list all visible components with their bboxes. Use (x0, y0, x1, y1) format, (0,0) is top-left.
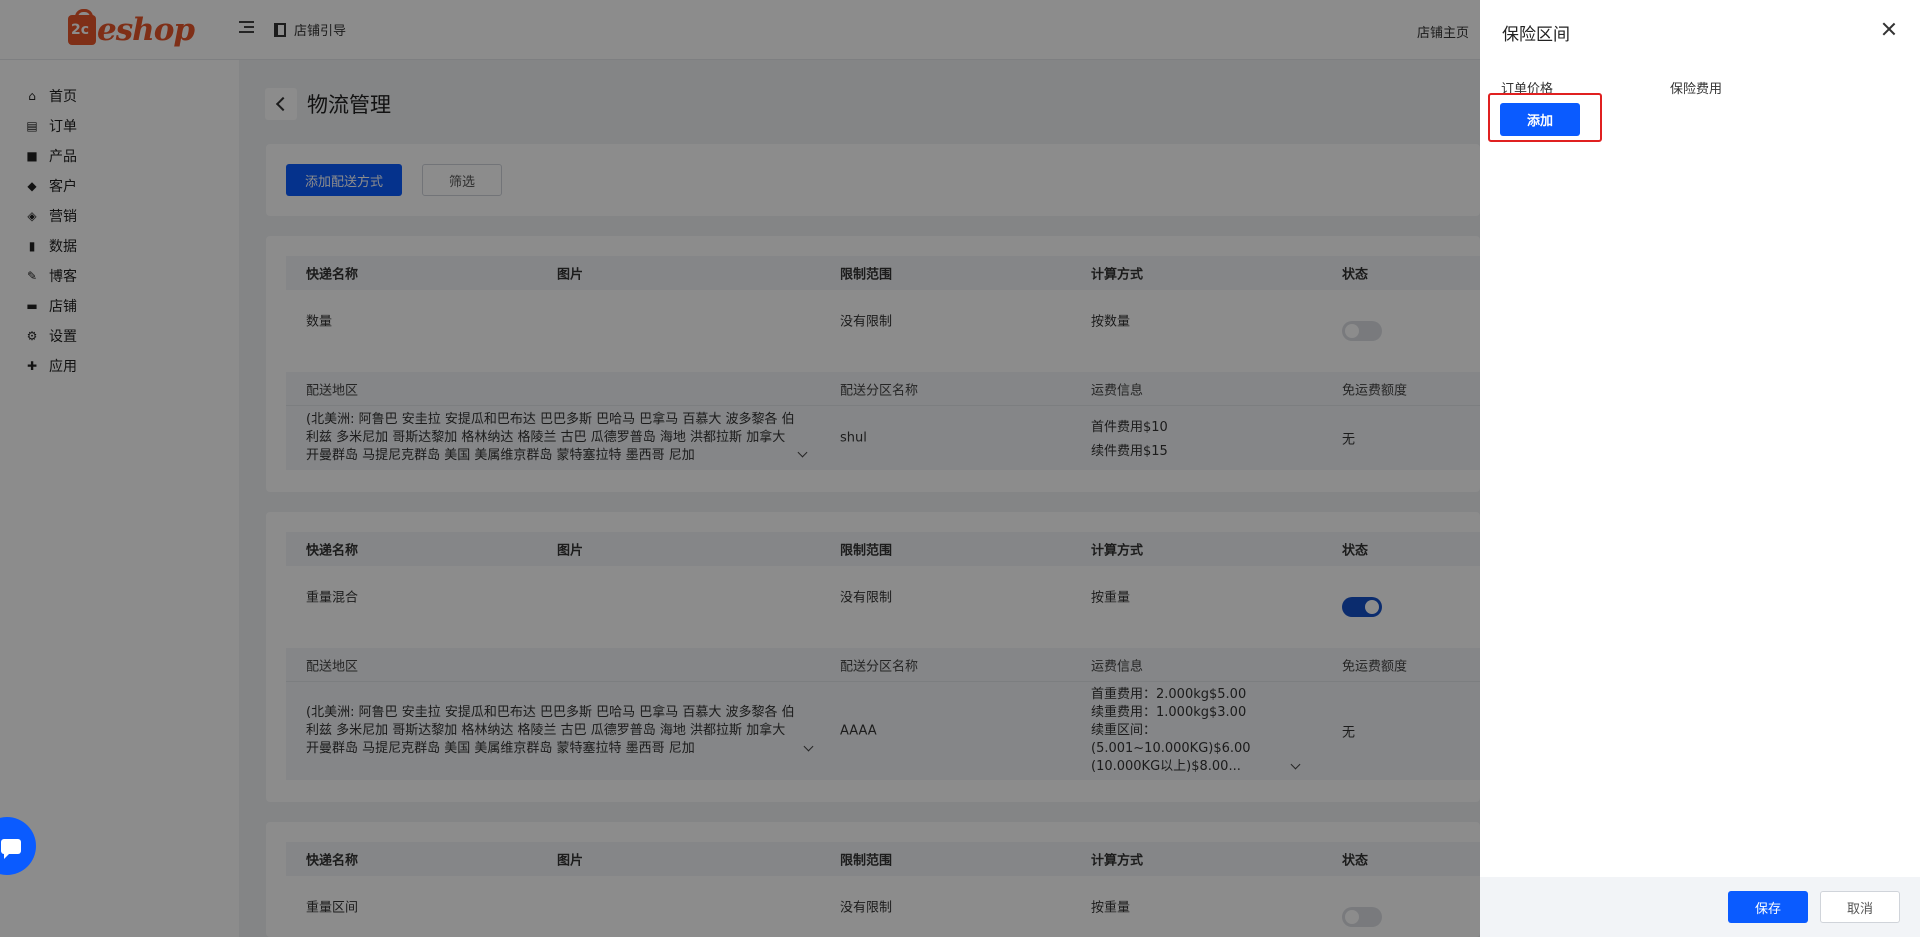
cancel-button[interactable]: 取消 (1820, 891, 1900, 923)
close-icon[interactable] (1881, 21, 1897, 37)
add-range-button[interactable]: 添加 (1500, 103, 1580, 136)
drawer-footer: 保存 取消 (1480, 877, 1920, 937)
drawer-title: 保险区间 (1502, 25, 1570, 45)
modal-backdrop[interactable] (0, 0, 1480, 937)
save-button[interactable]: 保存 (1728, 891, 1808, 923)
insurance-range-drawer: 保险区间 订单价格 保险费用 添加 保存 取消 (1480, 0, 1920, 937)
insurance-fee-label: 保险费用 (1670, 82, 1723, 97)
chat-icon (1, 838, 21, 859)
